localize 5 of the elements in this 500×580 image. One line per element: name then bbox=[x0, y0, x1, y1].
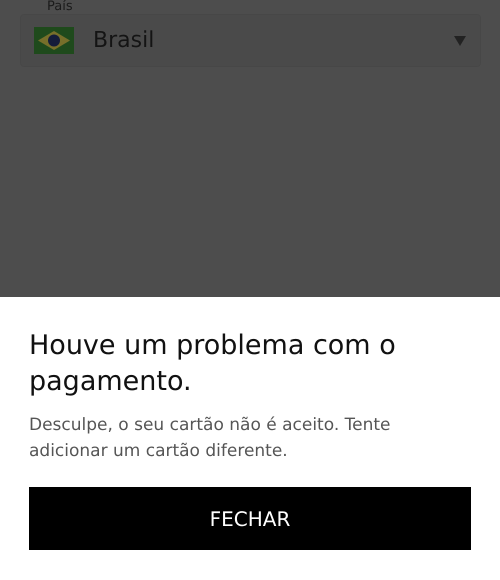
caret-icon bbox=[454, 36, 466, 46]
dialog-message: Desculpe, o seu cartão não é aceito. Tente adicionar um cartão diferente. bbox=[29, 414, 392, 463]
close-button[interactable]: FECHAR bbox=[29, 487, 471, 550]
dialog-title: Houve um problema com o pagamento. bbox=[29, 329, 397, 399]
flag-icon bbox=[34, 27, 74, 54]
